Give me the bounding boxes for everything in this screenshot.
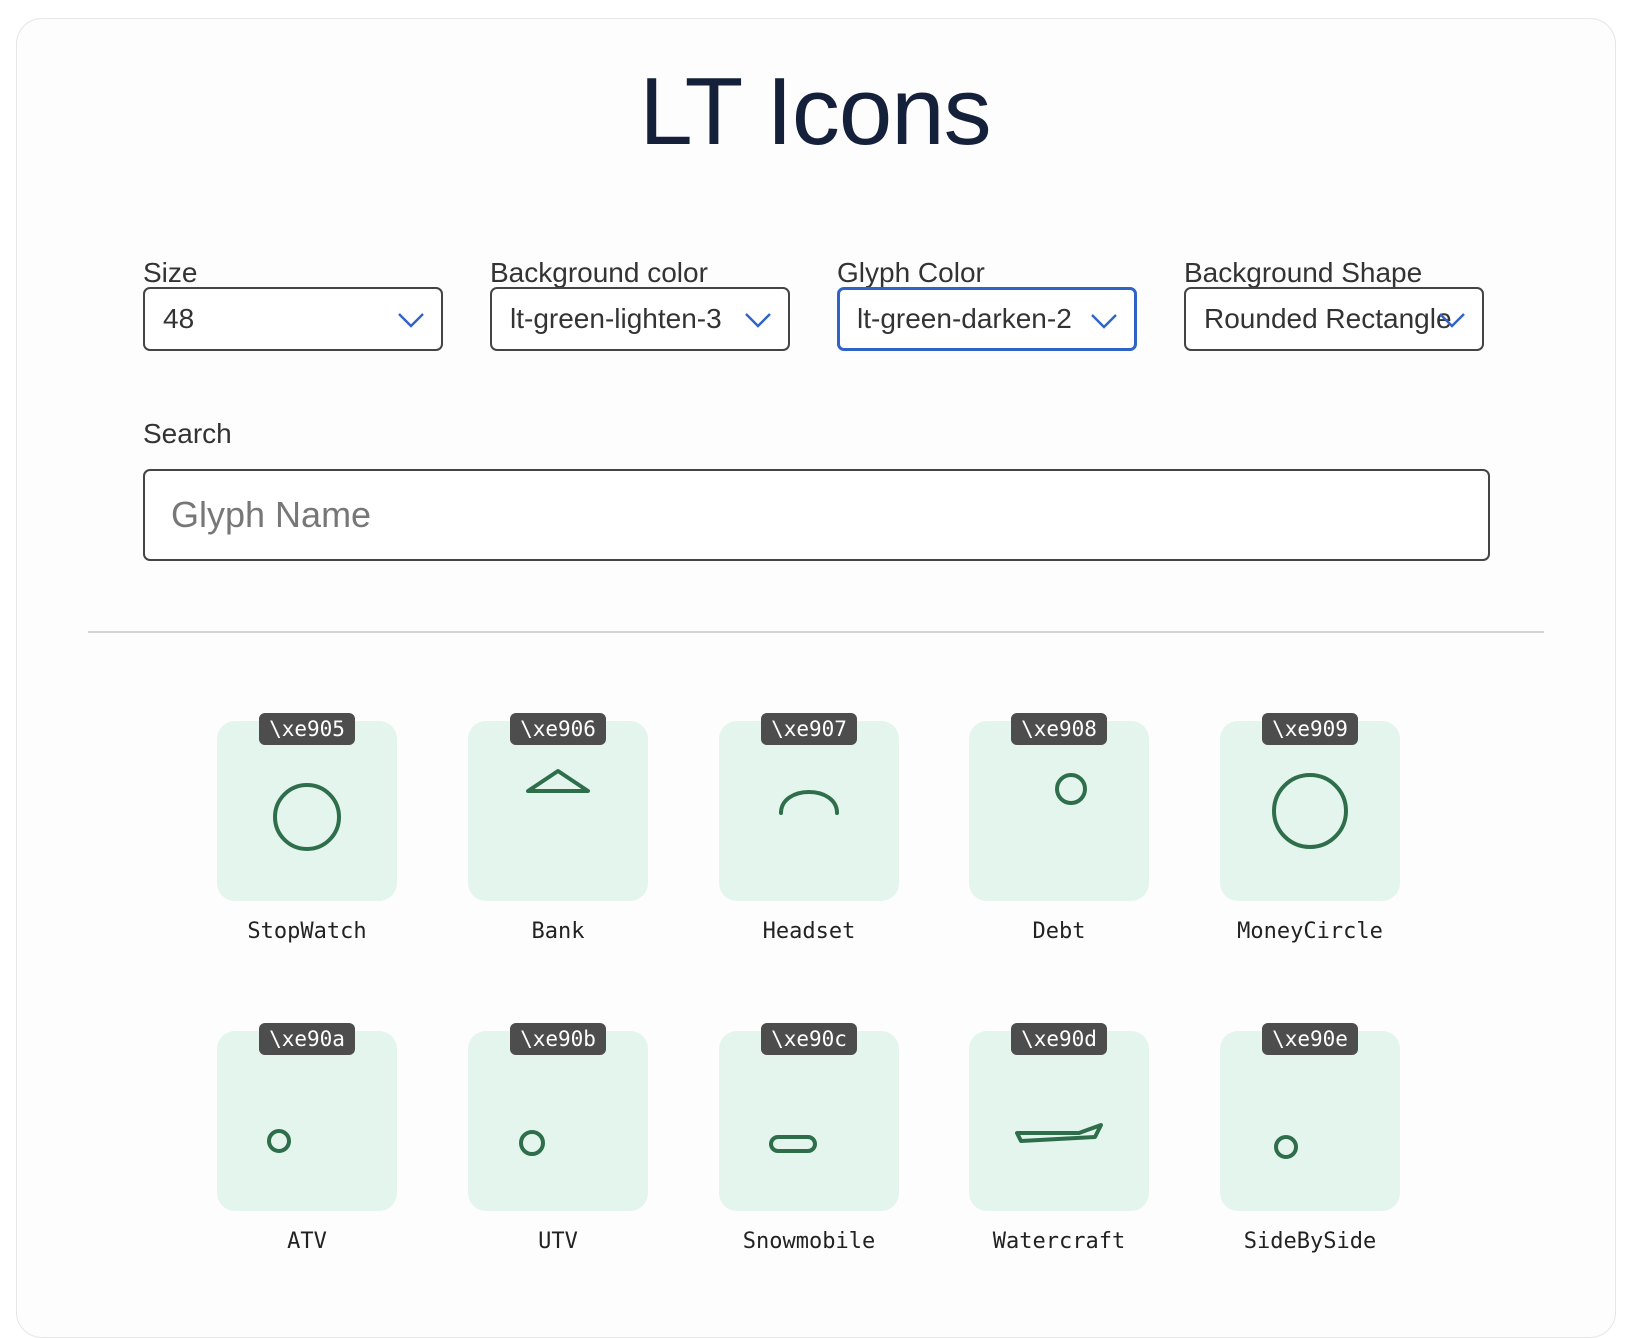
icon-tile[interactable]: $ (969, 721, 1149, 901)
glyph-code-badge: \xe907 (761, 713, 857, 745)
side-by-side-icon (1274, 1135, 1298, 1159)
search-label: Search (143, 418, 232, 449)
stopwatch-icon (273, 783, 341, 851)
background-color-label: Background color (490, 257, 708, 288)
headset-icon (779, 790, 839, 815)
chevron-down-icon (1439, 313, 1465, 328)
glyph-name: StopWatch (247, 919, 367, 944)
icon-tile[interactable]: $ (468, 721, 648, 901)
glyph-color-select[interactable]: lt-green-darken-2 (837, 287, 1137, 351)
bank-icon: $ (526, 769, 590, 793)
glyph-code-badge: \xe90b (510, 1023, 606, 1055)
glyph-name: SideBySide (1243, 1229, 1377, 1254)
glyph-name: Debt (1032, 919, 1086, 944)
debt-icon: $ (1055, 773, 1087, 805)
glyph-code-badge: \xe906 (510, 713, 606, 745)
icon-tile[interactable] (719, 1031, 899, 1211)
background-shape-select[interactable]: Rounded Rectangle (1184, 287, 1484, 351)
chevron-down-icon (745, 313, 771, 328)
icon-tile[interactable] (217, 1031, 397, 1211)
glyph-code-badge: \xe90c (761, 1023, 857, 1055)
utv-icon (519, 1130, 545, 1156)
glyph-code-badge: \xe905 (259, 713, 355, 745)
icon-tile[interactable] (969, 1031, 1149, 1211)
glyph-name: ATV (287, 1229, 327, 1254)
glyph-code-badge: \xe90e (1262, 1023, 1358, 1055)
glyph-code-badge: \xe90a (259, 1023, 355, 1055)
chevron-down-icon (1091, 314, 1117, 329)
glyph-color-label: Glyph Color (837, 257, 985, 288)
glyph-name: Snowmobile (742, 1229, 876, 1254)
background-color-select[interactable]: lt-green-lighten-3 (490, 287, 790, 351)
icon-tile[interactable] (1220, 1031, 1400, 1211)
size-select[interactable]: 48 (143, 287, 443, 351)
divider (88, 631, 1544, 633)
glyph-name: Headset (762, 919, 856, 944)
icon-tile[interactable] (468, 1031, 648, 1211)
size-label: Size (143, 257, 198, 288)
search-input[interactable] (143, 469, 1490, 561)
glyph-code-badge: \xe909 (1262, 713, 1358, 745)
icon-tile[interactable]: $ (1220, 721, 1400, 901)
snowmobile-icon (769, 1135, 817, 1153)
background-shape-label: Background Shape (1184, 257, 1423, 288)
icon-tile[interactable] (217, 721, 397, 901)
atv-icon (267, 1129, 291, 1153)
glyph-code-badge: \xe908 (1011, 713, 1107, 745)
chevron-down-icon (398, 313, 424, 328)
money-circle-icon: $ (1272, 773, 1348, 849)
glyph-name: UTV (538, 1229, 578, 1254)
glyph-name: MoneyCircle (1237, 919, 1383, 944)
glyph-code-badge: \xe90d (1011, 1023, 1107, 1055)
watercraft-icon (1015, 1123, 1103, 1143)
icon-tile[interactable] (719, 721, 899, 901)
glyph-name: Bank (531, 919, 585, 944)
page-title: LT Icons (639, 58, 991, 165)
glyph-name: Watercraft (992, 1229, 1126, 1254)
